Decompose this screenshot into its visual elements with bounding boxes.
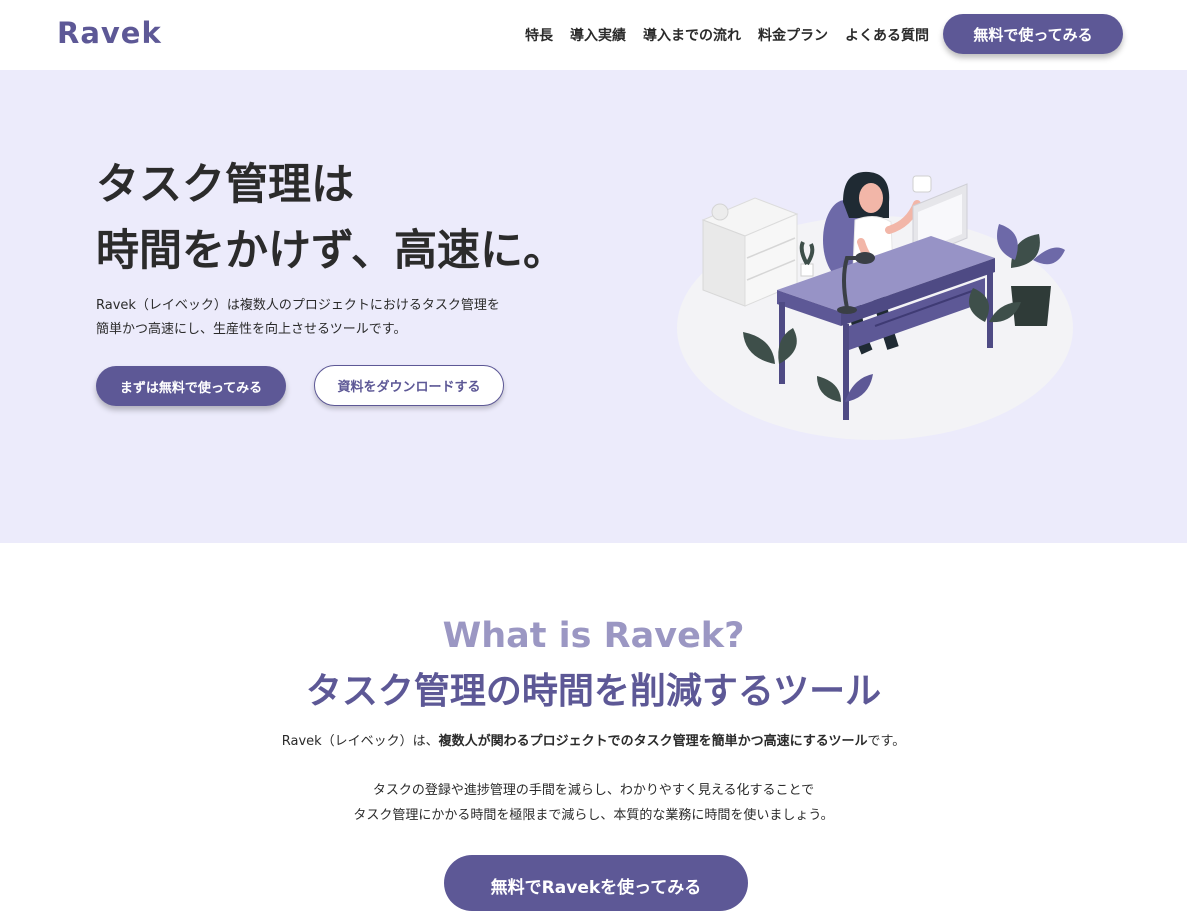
- hero-title: タスク管理は 時間をかけず、高速に。: [96, 152, 566, 284]
- header-free-trial-button[interactable]: 無料で使ってみる: [943, 14, 1123, 54]
- download-materials-button[interactable]: 資料をダウンロードする: [314, 365, 504, 406]
- office-worker-illustration: [677, 171, 1073, 440]
- hero-title-line-1: タスク管理は: [96, 160, 354, 210]
- about-description-line-1: タスクの登録や進捗管理の手間を減らし、わかりやすく見える化することで: [372, 783, 815, 798]
- hero-description-line-2: 簡単かつ高速にし、生産性を向上させるツールです。: [96, 322, 407, 337]
- main-nav: 特長 導入実績 導入までの流れ 料金プラン よくある質問: [525, 25, 929, 45]
- nav-item-pricing[interactable]: 料金プラン: [758, 25, 828, 45]
- hero-description: Ravek（レイベック）は複数人のプロジェクトにおけるタスク管理を 簡単かつ高速…: [96, 294, 500, 342]
- about-summary-lead: Ravek（レイベック）は、: [281, 734, 439, 749]
- about-description-line-2: タスク管理にかかる時間を極限まで減らし、本質的な業務に時間を使いましょう。: [353, 808, 834, 823]
- about-heading-jp: タスク管理の時間を削減するツール: [305, 671, 882, 712]
- about-summary-tail: です。: [867, 734, 906, 749]
- about-summary-highlight: 複数人が関わるプロジェクトでのタスク管理を簡単かつ高速にするツール: [438, 734, 868, 749]
- about-free-trial-button[interactable]: 無料でRavekを使ってみる: [444, 855, 748, 911]
- hero-free-trial-button[interactable]: まずは無料で使ってみる: [96, 366, 286, 406]
- logo[interactable]: Ravek: [57, 16, 162, 50]
- nav-item-faq[interactable]: よくある質問: [845, 25, 929, 45]
- hero-section: タスク管理は 時間をかけず、高速に。 Ravek（レイベック）は複数人のプロジェ…: [0, 70, 1187, 543]
- hero-description-line-1: Ravek（レイベック）は複数人のプロジェクトにおけるタスク管理を: [96, 298, 500, 313]
- about-description: タスクの登録や進捗管理の手間を減らし、わかりやすく見える化することで タスク管理…: [0, 778, 1187, 828]
- nav-item-features[interactable]: 特長: [525, 25, 553, 45]
- nav-item-case-studies[interactable]: 導入実績: [570, 25, 626, 45]
- about-summary: Ravek（レイベック）は、複数人が関わるプロジェクトでのタスク管理を簡単かつ高…: [0, 730, 1187, 749]
- nav-item-onboarding-flow[interactable]: 導入までの流れ: [643, 25, 741, 45]
- about-heading-en: What is Ravek?: [442, 616, 745, 656]
- site-header: Ravek 特長 導入実績 導入までの流れ 料金プラン よくある質問 無料で使っ…: [0, 0, 1187, 70]
- hero-title-line-2: 時間をかけず、高速に。: [96, 226, 566, 276]
